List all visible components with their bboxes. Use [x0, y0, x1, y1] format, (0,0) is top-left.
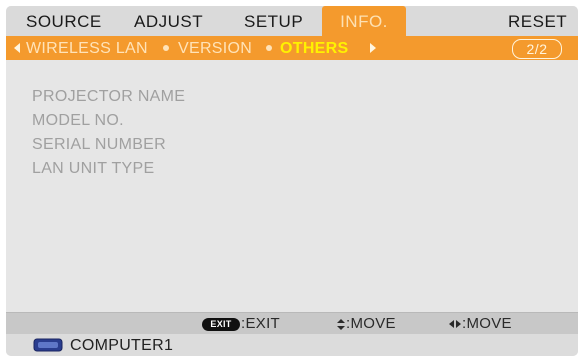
tab-adjust[interactable]: ADJUST: [134, 6, 203, 36]
sub-menu-bar: WIRELESS LAN VERSION OTHERS 2/2: [6, 36, 578, 60]
info-row-lan-unit-type: LAN UNIT TYPE: [32, 160, 155, 177]
projector-menu: SOURCE ADJUST SETUP INFO. RESET WIRELESS…: [6, 6, 578, 356]
tab-info[interactable]: INFO.: [322, 6, 406, 36]
left-right-arrows-icon: [449, 320, 461, 328]
separator-dot-icon: [266, 45, 272, 51]
tab-reset[interactable]: RESET: [508, 6, 567, 36]
button-guide-bar: EXIT :EXIT :MOVE :MOVE: [6, 312, 578, 335]
guide-move-horizontal-label: :MOVE: [462, 315, 512, 332]
tab-source[interactable]: SOURCE: [26, 6, 102, 36]
info-row-serial-number: SERIAL NUMBER: [32, 136, 167, 153]
page-indicator: 2/2: [512, 39, 562, 59]
subtab-version[interactable]: VERSION: [178, 36, 252, 60]
main-menu-bar: SOURCE ADJUST SETUP INFO. RESET: [6, 6, 578, 36]
info-row-projector-name: PROJECTOR NAME: [32, 88, 186, 105]
current-source-label: COMPUTER1: [70, 337, 174, 354]
arrow-left-icon[interactable]: [14, 43, 20, 53]
separator-dot-icon: [163, 45, 169, 51]
up-down-arrows-icon: [337, 319, 345, 330]
computer-input-icon: [33, 338, 63, 352]
guide-exit-label: :EXIT: [241, 315, 281, 332]
subtab-others[interactable]: OTHERS: [280, 36, 348, 60]
exit-key-icon: EXIT: [202, 318, 240, 331]
tab-setup[interactable]: SETUP: [244, 6, 303, 36]
subtab-wireless-lan[interactable]: WIRELESS LAN: [26, 36, 148, 60]
info-row-model-no: MODEL NO.: [32, 112, 124, 129]
guide-move-vertical-label: :MOVE: [346, 315, 396, 332]
arrow-right-icon[interactable]: [370, 43, 376, 53]
source-bar: COMPUTER1: [6, 334, 578, 356]
info-content: PROJECTOR NAME MODEL NO. SERIAL NUMBER L…: [6, 60, 578, 312]
